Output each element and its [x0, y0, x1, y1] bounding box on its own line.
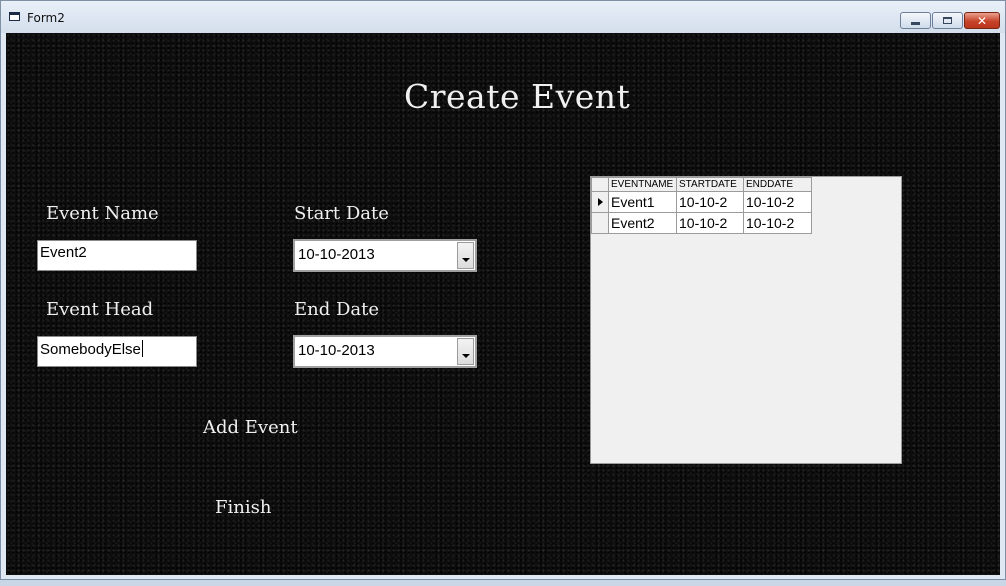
grid-cell[interactable]: Event1	[608, 191, 677, 213]
current-row-arrow-icon	[598, 198, 603, 206]
grid-cell[interactable]: 10-10-2	[743, 212, 812, 234]
table-row[interactable]: Event1 10-10-2 10-10-2	[591, 191, 812, 213]
grid-cell[interactable]: 10-10-2	[743, 191, 812, 213]
grid-header-row: EVENTNAME STARTDATE ENDDATE	[591, 177, 812, 192]
text-caret	[141, 340, 143, 357]
maximize-button[interactable]	[932, 12, 963, 29]
grid-cell[interactable]: 10-10-2	[676, 212, 744, 234]
end-date-picker[interactable]: 10-10-2013	[293, 335, 477, 368]
event-head-value: SomebodyElse	[40, 341, 141, 358]
row-header[interactable]	[591, 212, 609, 234]
close-button[interactable]: ✕	[964, 12, 1000, 29]
grid-cell[interactable]: 10-10-2	[676, 191, 744, 213]
add-event-button[interactable]: Add Event	[203, 417, 298, 438]
end-date-label: End Date	[294, 299, 380, 320]
form-icon	[9, 12, 20, 21]
table-row[interactable]: Event2 10-10-2 10-10-2	[591, 212, 812, 234]
column-header-eventname[interactable]: EVENTNAME	[608, 177, 677, 192]
page-title: Create Event	[404, 77, 631, 116]
event-name-field[interactable]: Event2	[37, 240, 197, 271]
window-title: Form2	[27, 11, 65, 25]
minimize-icon	[911, 21, 920, 25]
form-client-area: Create Event Event Name Event2 Event Hea…	[6, 33, 1000, 575]
grid-corner-cell[interactable]	[591, 177, 609, 192]
event-head-field[interactable]: SomebodyElse	[37, 336, 197, 367]
chevron-down-icon[interactable]	[457, 338, 474, 365]
row-header[interactable]	[591, 191, 609, 213]
event-name-label: Event Name	[46, 203, 159, 224]
column-header-startdate[interactable]: STARTDATE	[676, 177, 744, 192]
close-icon: ✕	[976, 13, 988, 28]
start-date-picker[interactable]: 10-10-2013	[293, 239, 477, 272]
event-name-value: Event2	[40, 244, 87, 261]
start-date-value: 10-10-2013	[298, 246, 375, 263]
maximize-icon	[943, 17, 952, 24]
grid-cell[interactable]: Event2	[608, 212, 677, 234]
chevron-down-icon[interactable]	[457, 242, 474, 269]
minimize-button[interactable]	[900, 12, 931, 29]
events-data-grid[interactable]: EVENTNAME STARTDATE ENDDATE Event1 10-10…	[590, 176, 902, 464]
finish-button[interactable]: Finish	[215, 497, 271, 518]
end-date-value: 10-10-2013	[298, 342, 375, 359]
start-date-label: Start Date	[294, 203, 389, 224]
events-table: EVENTNAME STARTDATE ENDDATE Event1 10-10…	[591, 177, 812, 234]
column-header-enddate[interactable]: ENDDATE	[743, 177, 812, 192]
event-head-label: Event Head	[46, 299, 154, 320]
form2-window: Form2 ✕ Create Event Event Name Event2 E…	[0, 0, 1006, 580]
title-bar[interactable]: Form2 ✕	[1, 1, 1005, 33]
